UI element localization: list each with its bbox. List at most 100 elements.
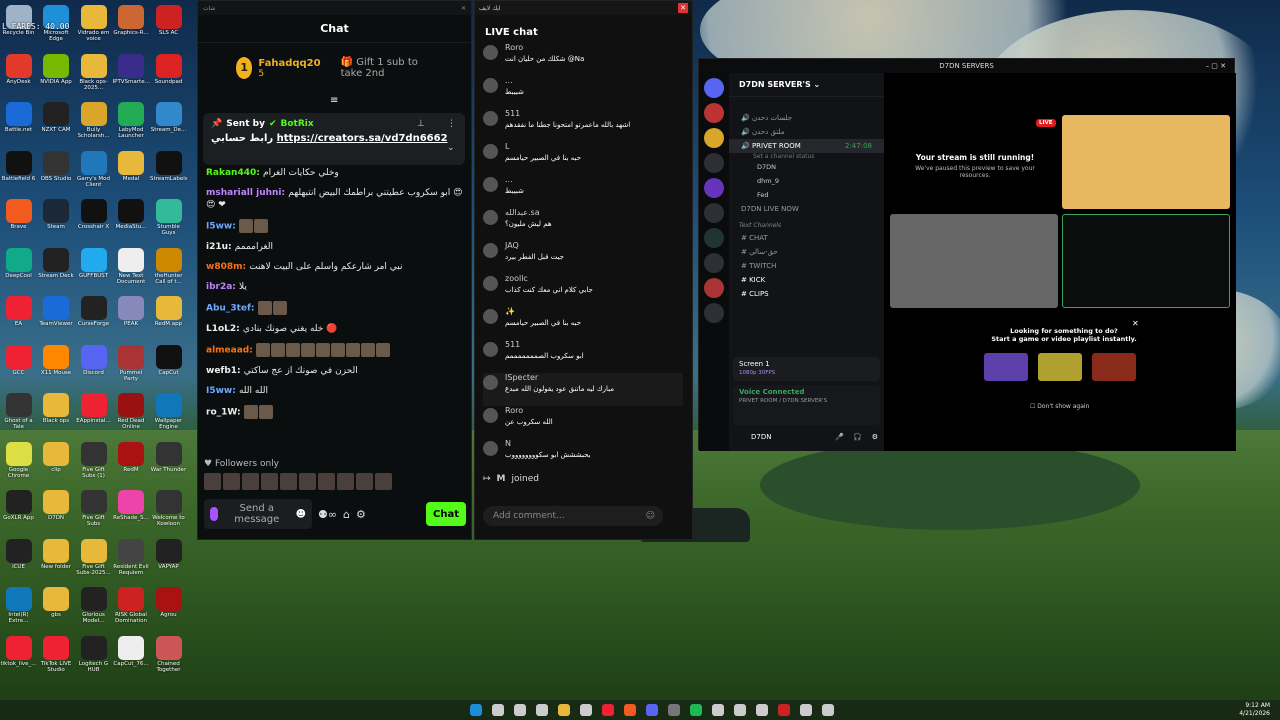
chat-username[interactable]: ro_1W: bbox=[206, 408, 244, 418]
top-gifter[interactable]: 1 Fahadqq20 5 🎁 Gift 1 sub to take 2nd bbox=[198, 43, 471, 93]
comment-username[interactable]: ... bbox=[505, 175, 683, 184]
emote[interactable] bbox=[375, 473, 392, 490]
desktop-icon[interactable]: CapCut_76... bbox=[113, 633, 150, 683]
live-comment[interactable]: ISpecter مبارك ليه ماتنق عود يقولون الله … bbox=[483, 373, 683, 406]
desktop-icon[interactable]: EAppinstal... bbox=[75, 390, 112, 440]
desktop-icon[interactable]: SLS AC bbox=[150, 2, 187, 52]
emote[interactable] bbox=[356, 473, 373, 490]
taskbar-app-icon[interactable] bbox=[668, 704, 680, 716]
desktop-icon[interactable]: Wallpaper Engine bbox=[150, 390, 187, 440]
user-tile-active[interactable] bbox=[1062, 214, 1230, 308]
desktop-icon[interactable]: Medal bbox=[113, 148, 150, 198]
comment-username[interactable]: ... bbox=[505, 76, 683, 85]
chat-username[interactable]: almeaad: bbox=[206, 346, 256, 356]
comment-username[interactable]: N bbox=[505, 439, 683, 448]
chat-send-button[interactable]: Chat bbox=[426, 502, 466, 526]
avatar[interactable] bbox=[483, 45, 498, 60]
desktop-icon[interactable]: Discord bbox=[75, 342, 112, 392]
text-category[interactable]: Text Channels bbox=[729, 216, 884, 231]
desktop-icon[interactable]: Steam bbox=[38, 196, 75, 246]
message-input[interactable]: Send a message ☻ bbox=[204, 499, 312, 529]
taskbar-app-icon[interactable] bbox=[778, 704, 790, 716]
avatar[interactable] bbox=[483, 243, 498, 258]
taskbar-app-icon[interactable] bbox=[558, 704, 570, 716]
desktop-icon[interactable]: AnyDesk bbox=[0, 51, 37, 101]
avatar[interactable] bbox=[483, 144, 498, 159]
voice-user[interactable]: dhm_9 bbox=[729, 174, 884, 188]
channel-status[interactable]: Set a channel status bbox=[729, 153, 884, 160]
live-comment[interactable]: Roro شكلك من حليان انت @Na bbox=[483, 43, 683, 76]
desktop-icon[interactable]: StreamLabels bbox=[150, 148, 187, 198]
kick-titlebar[interactable]: شات ✕ bbox=[198, 1, 471, 15]
comment-username[interactable]: Roro bbox=[505, 406, 683, 415]
desktop-icon[interactable]: RISK Global Domination bbox=[113, 584, 150, 634]
chat-message[interactable]: Rakan440: وخلي حكايات الغرام bbox=[206, 167, 464, 179]
desktop-icon[interactable]: GoXLR App bbox=[0, 487, 37, 537]
dont-show-checkbox[interactable]: ☐ Don't show again bbox=[1030, 403, 1089, 410]
channel-item[interactable]: # KICK bbox=[729, 273, 884, 287]
server-icon[interactable] bbox=[704, 253, 724, 273]
unpin-icon[interactable]: ⊥ bbox=[417, 119, 425, 129]
taskbar-app-icon[interactable] bbox=[624, 704, 636, 716]
server-icon[interactable] bbox=[704, 228, 724, 248]
desktop-icon[interactable]: Logitech G HUB bbox=[75, 633, 112, 683]
desktop-icon[interactable]: Bully Scholarsh... bbox=[75, 99, 112, 149]
chat-username[interactable]: ibr2a: bbox=[206, 282, 239, 292]
comment-username[interactable]: JAQ bbox=[505, 241, 683, 250]
taskbar-app-icon[interactable] bbox=[646, 704, 658, 716]
chat-message[interactable]: I5ww: bbox=[206, 219, 464, 233]
desktop-icon[interactable]: TeamViewer bbox=[38, 293, 75, 343]
screen-share-panel[interactable]: Screen 1 1080p 30FPS bbox=[733, 357, 880, 381]
taskbar-app-icon[interactable] bbox=[536, 704, 548, 716]
avatar[interactable] bbox=[483, 342, 498, 357]
chat-username[interactable]: I5ww: bbox=[206, 222, 239, 232]
chat-username[interactable]: w808m: bbox=[206, 262, 249, 272]
taskbar-app-icon[interactable] bbox=[800, 704, 812, 716]
activity-card[interactable] bbox=[984, 353, 1028, 381]
collapse-icon[interactable]: ≡ bbox=[330, 95, 338, 106]
chat-message[interactable]: wefb1: الحزن في صونك از عج ساكتي bbox=[206, 365, 464, 377]
live-comment[interactable]: ... شبيبط bbox=[483, 175, 683, 208]
emote[interactable] bbox=[337, 473, 354, 490]
avatar[interactable] bbox=[483, 375, 498, 390]
window-controls[interactable]: – ▢ ✕ bbox=[1206, 59, 1226, 73]
desktop-icon[interactable]: PEAK bbox=[113, 293, 150, 343]
desktop-icon[interactable]: Stream_De... bbox=[150, 99, 187, 149]
desktop-icon[interactable]: Five Gift Subs bbox=[75, 487, 112, 537]
desktop-icon[interactable]: EA bbox=[0, 293, 37, 343]
desktop-icon[interactable]: Stumble Guys bbox=[150, 196, 187, 246]
desktop-icon[interactable]: RedM bbox=[113, 439, 150, 489]
desktop-icon[interactable]: VAPYAP bbox=[150, 536, 187, 586]
gear-icon[interactable]: ⚙ bbox=[872, 433, 878, 441]
stream-tile[interactable] bbox=[1062, 115, 1230, 209]
headset-icon[interactable]: 🎧 bbox=[853, 433, 862, 441]
emote[interactable] bbox=[318, 473, 335, 490]
emoji-icon[interactable]: ☻ bbox=[296, 509, 306, 520]
channel-item[interactable]: # CLIPS bbox=[729, 287, 884, 301]
desktop-icon[interactable]: New folder bbox=[38, 536, 75, 586]
desktop-icon[interactable]: CurseForge bbox=[75, 293, 112, 343]
desktop-icon[interactable]: Brave bbox=[0, 196, 37, 246]
chat-username[interactable]: Abu_3tef: bbox=[206, 304, 258, 314]
desktop-icon[interactable]: GUFFBUST bbox=[75, 245, 112, 295]
taskbar-app-icon[interactable] bbox=[580, 704, 592, 716]
activity-card[interactable] bbox=[1038, 353, 1082, 381]
voice-user[interactable]: D7DN bbox=[729, 160, 884, 174]
gift-cta[interactable]: 🎁 Gift 1 sub to take 2nd bbox=[341, 57, 433, 79]
server-icon[interactable] bbox=[704, 103, 724, 123]
desktop-icon[interactable]: Glorious Model... bbox=[75, 584, 112, 634]
server-icon[interactable] bbox=[704, 278, 724, 298]
avatar[interactable] bbox=[483, 78, 498, 93]
channel-item[interactable]: 🔊 جلسات دحدن bbox=[729, 111, 884, 125]
user-tile[interactable] bbox=[890, 214, 1058, 308]
desktop-icon[interactable]: X11 Mouse bbox=[38, 342, 75, 392]
desktop-icon[interactable]: Welcome to Kowloon bbox=[150, 487, 187, 537]
comment-username[interactable]: 511 bbox=[505, 340, 683, 349]
desktop-icon[interactable]: Ghost of a Tale bbox=[0, 390, 37, 440]
desktop-icon[interactable]: Garry's Mod Client bbox=[75, 148, 112, 198]
channel-item[interactable]: # حق-سالي bbox=[729, 245, 884, 259]
taskbar-app-icon[interactable] bbox=[492, 704, 504, 716]
desktop-icon[interactable]: Stream Deck bbox=[38, 245, 75, 295]
chat-message[interactable]: almeaad: bbox=[206, 343, 464, 357]
desktop-icon[interactable]: RedM.app bbox=[150, 293, 187, 343]
